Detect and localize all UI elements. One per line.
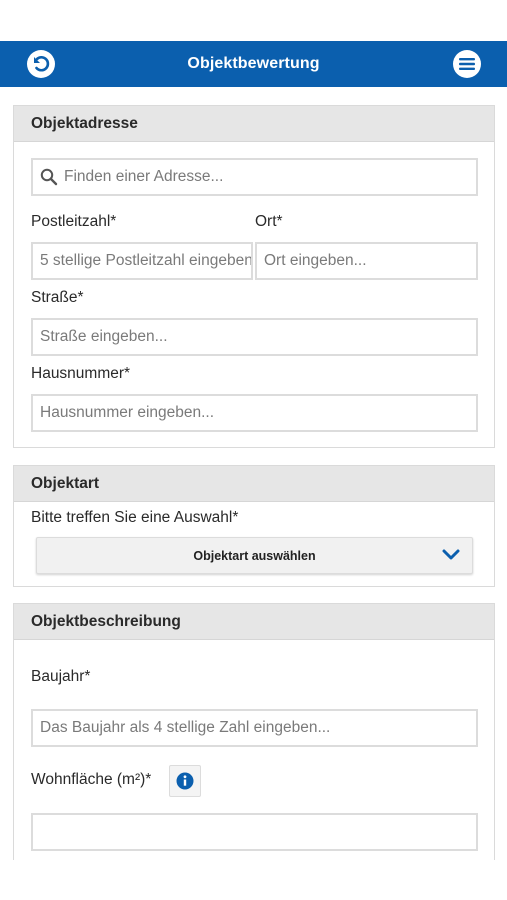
street-input[interactable]: Straße eingeben... [31,318,478,356]
house-number-input[interactable]: Hausnummer eingeben... [31,394,478,432]
street-placeholder: Straße eingeben... [40,328,168,345]
address-search-input[interactable]: Finden einer Adresse... [31,158,478,196]
object-type-panel: Objektart Bitte treffen Sie eine Auswahl… [13,465,495,587]
living-area-input[interactable] [31,813,478,851]
chevron-down-icon [442,549,460,560]
back-arrow-icon [34,56,50,72]
address-search-placeholder: Finden einer Adresse... [64,168,224,185]
postcode-placeholder: 5 stellige Postleitzahl eingeben... [40,252,251,269]
app-header: Objektbewertung [0,41,507,87]
search-icon [40,168,58,186]
city-label: Ort* [255,213,283,230]
city-input[interactable]: Ort eingeben... [255,242,478,280]
house-number-label: Hausnummer* [31,365,131,382]
address-panel: Objektadresse Finden einer Adresse... Po… [13,105,495,448]
object-description-panel: Objektbeschreibung Baujahr* Das Baujahr … [13,603,495,860]
back-button[interactable] [27,50,55,78]
object-type-panel-heading: Objektart [14,466,494,502]
year-built-input[interactable]: Das Baujahr als 4 stellige Zahl eingeben… [31,709,478,747]
city-placeholder: Ort eingeben... [264,252,367,269]
address-panel-heading: Objektadresse [14,106,494,142]
year-built-label: Baujahr* [31,668,91,685]
object-description-panel-heading: Objektbeschreibung [14,604,494,640]
info-icon [176,772,194,790]
menu-icon [459,58,475,70]
menu-button[interactable] [453,50,481,78]
postcode-input[interactable]: 5 stellige Postleitzahl eingeben... [31,242,253,280]
street-label: Straße* [31,289,84,306]
object-type-prompt: Bitte treffen Sie eine Auswahl* [31,509,239,526]
house-number-placeholder: Hausnummer eingeben... [40,404,215,421]
postcode-label: Postleitzahl* [31,213,117,230]
living-area-info-button[interactable] [169,765,201,797]
object-type-select[interactable]: Objektart auswählen [36,537,473,574]
year-built-placeholder: Das Baujahr als 4 stellige Zahl eingeben… [40,719,331,736]
page-title: Objektbewertung [187,55,320,72]
living-area-label: Wohnfläche (m²)* [31,771,152,788]
object-type-select-label: Objektart auswählen [193,548,316,563]
